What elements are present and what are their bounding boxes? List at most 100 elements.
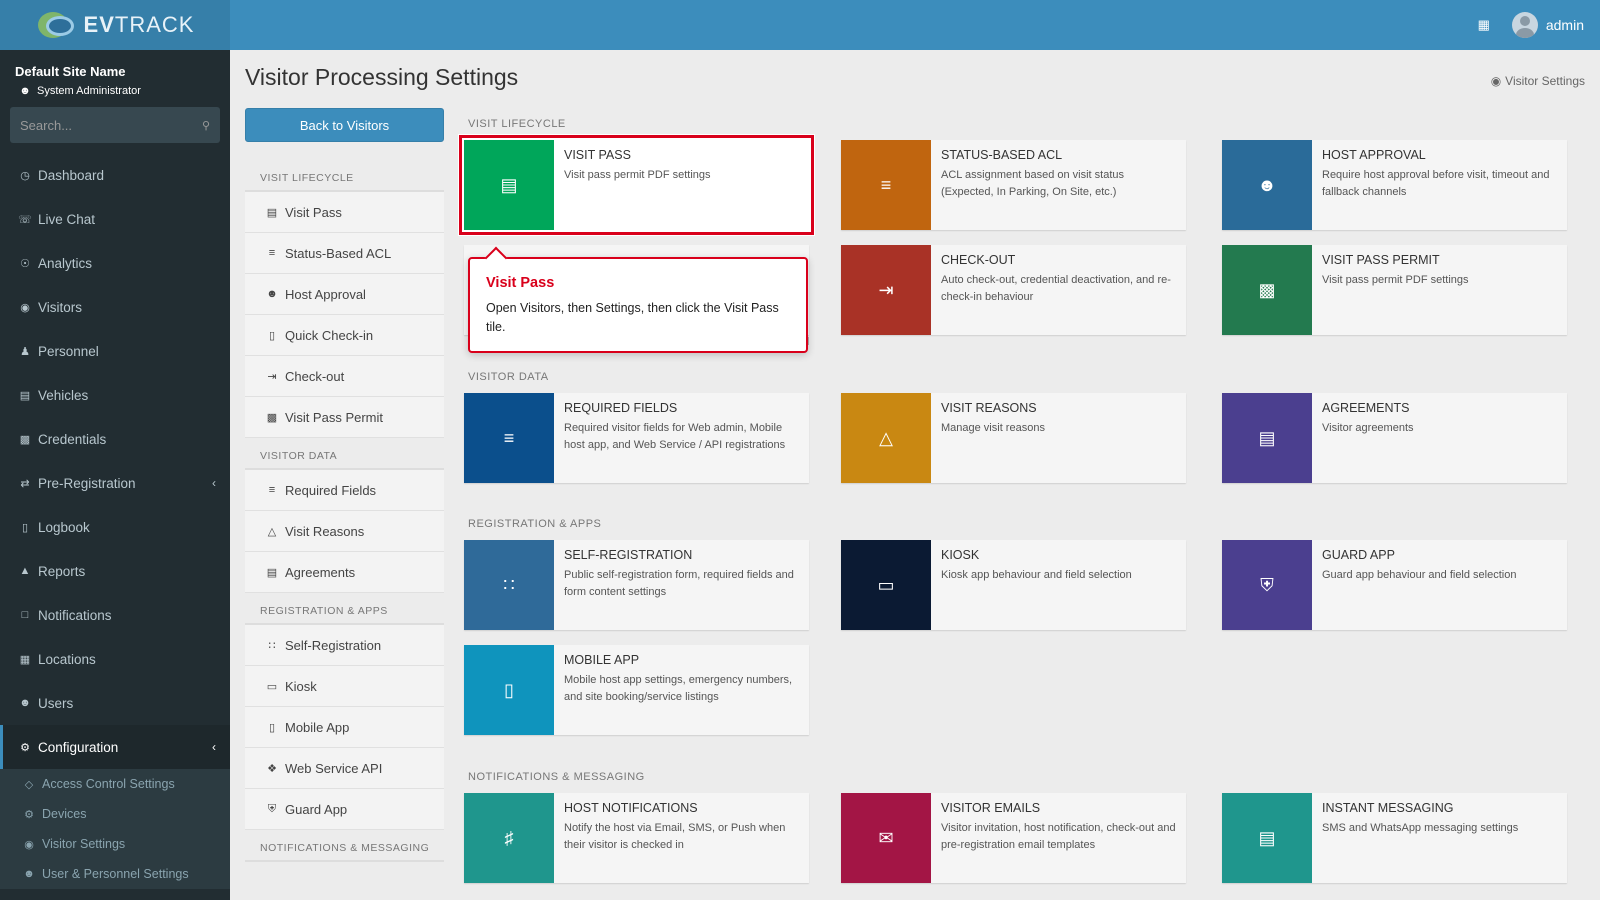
tile-visit-reasons[interactable]: △ VISIT REASONS Manage visit reasons: [841, 393, 1186, 483]
user-check-icon: ☻: [266, 288, 278, 300]
subnav-item-status-based-acl[interactable]: ≡ Status-Based ACL: [245, 233, 444, 274]
user-role: ☻ System Administrator: [19, 85, 141, 97]
tile-status-based-acl[interactable]: ≡ STATUS-BASED ACL ACL assignment based o…: [841, 140, 1186, 230]
map-icon: ▦: [19, 653, 31, 666]
subnav-item-visit-reasons[interactable]: △ Visit Reasons: [245, 511, 444, 552]
tile-instant-messaging[interactable]: ▤ INSTANT MESSAGING SMS and WhatsApp mess…: [1222, 793, 1567, 883]
submenu-access-control-settings[interactable]: ◇ Access Control Settings: [0, 769, 230, 799]
guide-tooltip: Visit Pass Open Visitors, then Settings,…: [468, 257, 808, 353]
chevron-left-icon: ‹: [212, 476, 216, 490]
sidebar-item-notifications[interactable]: □ Notifications: [0, 593, 230, 637]
tile-kiosk[interactable]: ▭ KIOSK Kiosk app behaviour and field sel…: [841, 540, 1186, 630]
sidebar-item-credentials[interactable]: ▩ Credentials: [0, 417, 230, 461]
subnav-item-agreements[interactable]: ▤ Agreements: [245, 552, 444, 593]
car-icon: ▤: [19, 389, 31, 402]
search-input[interactable]: [20, 117, 202, 133]
sidebar-menu: ◷ Dashboard ☏ Live Chat ☉ Analytics ◉ Visito…: [0, 153, 230, 769]
users-icon: ☻: [19, 697, 31, 709]
sidebar-item-personnel[interactable]: ♟ Personnel: [0, 329, 230, 373]
section-title: VISITOR DATA: [468, 371, 549, 383]
mobile-icon: ▯: [268, 721, 276, 734]
tile-agreements[interactable]: ▤ AGREEMENTS Visitor agreements: [1222, 393, 1567, 483]
ticket-icon: ▤: [464, 140, 554, 230]
tile-self-registration[interactable]: ∷ SELF-REGISTRATION Public self-registrat…: [464, 540, 809, 630]
monitor-icon: ▭: [266, 680, 278, 693]
ticket-icon: ▤: [266, 206, 278, 219]
tooltip-text: Open Visitors, then Settings, then click…: [486, 301, 779, 334]
sidebar-item-analytics[interactable]: ☉ Analytics: [0, 241, 230, 285]
submenu-visitor-settings[interactable]: ◉ Visitor Settings: [0, 829, 230, 859]
subnav-item-web-service-api[interactable]: ❖ Web Service API: [245, 748, 444, 789]
main-content: Visitor Processing Settings ◉ Visitor Se…: [230, 50, 1600, 900]
subnav-item-mobile-app[interactable]: ▯ Mobile App: [245, 707, 444, 748]
sidebar-item-visitors[interactable]: ◉ Visitors: [0, 285, 230, 329]
sidebar-item-users[interactable]: ☻ Users: [0, 681, 230, 725]
site-name: Default Site Name: [15, 64, 126, 79]
sidebar-item-dashboard[interactable]: ◷ Dashboard: [0, 153, 230, 197]
tile-visitor-emails[interactable]: ✉ VISITOR EMAILS Visitor invitation, host…: [841, 793, 1186, 883]
subnav-item-guard-app[interactable]: ⛨ Guard App: [245, 789, 444, 830]
submenu-devices[interactable]: ⚙ Devices: [0, 799, 230, 829]
subnav-item-visit-pass-permit[interactable]: ▩ Visit Pass Permit: [245, 397, 444, 438]
top-navbar: EVTRACK ▦ admin: [0, 0, 1600, 50]
avatar: [1511, 12, 1538, 38]
network-icon: ❖: [267, 762, 277, 775]
logo-mark-icon: [36, 10, 76, 40]
message-icon: □: [21, 609, 29, 621]
tooltip-title: Visit Pass: [486, 275, 555, 291]
sidebar-item-pre-registration[interactable]: ⇄ Pre-Registration ‹: [0, 461, 230, 505]
subnav-item-check-out[interactable]: ⇥ Check-out: [245, 356, 444, 397]
tile-guard-app[interactable]: ⛨ GUARD APP Guard app behaviour and field…: [1222, 540, 1567, 630]
sidebar-item-locations[interactable]: ▦ Locations: [0, 637, 230, 681]
subnav-item-host-approval[interactable]: ☻ Host Approval: [245, 274, 444, 315]
subnav-header: VISITOR DATA: [245, 438, 444, 470]
tile-mobile-app[interactable]: ▯ MOBILE APP Mobile host app settings, em…: [464, 645, 809, 735]
tile-visit-pass[interactable]: ▤ VISIT PASS Visit pass permit PDF settin…: [459, 135, 814, 235]
arrows-icon: ⇄: [20, 477, 30, 490]
section-title: REGISTRATION & APPS: [468, 518, 602, 530]
user-name: admin: [1545, 17, 1584, 33]
subnav-item-required-fields[interactable]: ≡ Required Fields: [245, 470, 444, 511]
chart-icon: ▲: [19, 565, 31, 577]
page-title: Visitor Processing Settings: [245, 64, 519, 90]
gear-icon: ⚙: [20, 741, 30, 754]
tile-check-out[interactable]: ⇥ CHECK-OUT Auto check-out, credential de…: [841, 245, 1186, 335]
user-menu[interactable]: admin: [1511, 12, 1584, 38]
subnav-header: NOTIFICATIONS & MESSAGING: [245, 830, 444, 862]
sidebar-item-live-chat[interactable]: ☏ Live Chat: [0, 197, 230, 241]
document-icon: ▤: [266, 566, 278, 579]
subnav-header: REGISTRATION & APPS: [245, 593, 444, 625]
building-icon[interactable]: ▦: [1478, 17, 1490, 33]
tile-visit-pass-permit[interactable]: ▩ VISIT PASS PERMIT Visit pass permit PDF…: [1222, 245, 1567, 335]
configuration-submenu: ◇ Access Control Settings ⚙ Devices ◉ Visit…: [0, 769, 230, 889]
chevron-left-icon: ‹: [212, 740, 216, 754]
tile-host-notifications[interactable]: ♯ HOST NOTIFICATIONS Notify the host via …: [464, 793, 809, 883]
sidebar-item-vehicles[interactable]: ▤ Vehicles: [0, 373, 230, 417]
people-icon: ♟: [20, 345, 30, 358]
breadcrumb[interactable]: ◉ Visitor Settings: [1491, 74, 1585, 88]
subnav-item-quick-check-in[interactable]: ▯ Quick Check-in: [245, 315, 444, 356]
sidebar-item-configuration[interactable]: ⚙ Configuration ‹: [0, 725, 230, 769]
tile-required-fields[interactable]: ≡ REQUIRED FIELDS Required visitor fields…: [464, 393, 809, 483]
subnav-item-kiosk[interactable]: ▭ Kiosk: [245, 666, 444, 707]
chat-icon: ▤: [1222, 793, 1312, 883]
subnav-item-self-registration[interactable]: ∷ Self-Registration: [245, 625, 444, 666]
sidebar: Default Site Name ☻ System Administrator…: [0, 50, 230, 900]
logo-text: EVTRACK: [83, 12, 195, 37]
shapes-icon: △: [841, 393, 931, 483]
id-badge-icon: ▩: [1222, 245, 1312, 335]
section-title: NOTIFICATIONS & MESSAGING: [468, 771, 645, 783]
list-check-icon: ≡: [841, 140, 931, 230]
brand-logo[interactable]: EVTRACK: [0, 0, 230, 50]
subnav-item-visit-pass[interactable]: ▤ Visit Pass: [245, 192, 444, 233]
search-icon[interactable]: ⚲: [202, 119, 210, 132]
shield-icon: ⛨: [1222, 540, 1312, 630]
sidebar-item-logbook[interactable]: ▯ Logbook: [0, 505, 230, 549]
settings-subnav: VISIT LIFECYCLE ▤ Visit Pass ≡ Status-Base…: [245, 160, 444, 862]
sidebar-search: ⚲: [10, 107, 220, 143]
sidebar-item-reports[interactable]: ▲ Reports: [0, 549, 230, 593]
user-icon: ☻: [19, 85, 31, 97]
tile-host-approval[interactable]: ☻ HOST APPROVAL Require host approval bef…: [1222, 140, 1567, 230]
back-to-visitors-button[interactable]: Back to Visitors: [245, 108, 444, 142]
submenu-user-personnel-settings[interactable]: ☻ User & Personnel Settings: [0, 859, 230, 889]
